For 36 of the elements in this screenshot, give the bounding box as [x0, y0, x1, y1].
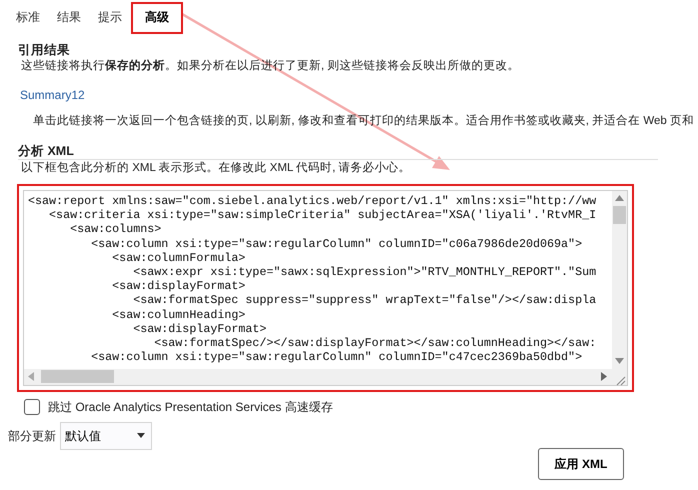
scroll-down-icon[interactable] — [615, 358, 624, 364]
code-line: <saw:displayFormat> — [111, 279, 246, 294]
code-line: <saw:columns> — [69, 222, 162, 237]
tab[interactable]: 高级 — [131, 2, 183, 34]
code-line: <saw:column xsi:type="saw:regularColumn" columnID="c47cec2369ba50dbd"> — [90, 350, 584, 364]
scroll-thumb[interactable] — [41, 370, 114, 384]
section-description: 这些链接将执行保存的分析。如果分析在以后进行了更新, 则这些链接将会反映出所做的更改。 — [20, 58, 520, 74]
code-line: <saw:report xmlns:saw="com.siebel.analytics.web/report/v1.1" xmlns:xsi="http://ww — [28, 194, 598, 208]
code-line: <saw:columnFormula> — [111, 250, 246, 265]
code-line: <saw:formatSpec suppress="suppress" wrapText="false"/></saw:displa — [132, 293, 598, 308]
code-line: <saw:formatSpec/></saw:displayFormat></saw:columnHeading></saw: — [153, 336, 598, 350]
apply-button[interactable]: 应用 XML — [538, 448, 624, 480]
tab[interactable]: 标准 — [8, 5, 48, 31]
code-line: <saw:columnHeading> — [111, 308, 246, 322]
scroll-thumb[interactable] — [613, 206, 626, 224]
dropdown[interactable]: 默认值 — [60, 422, 152, 450]
code-line: <saw:column xsi:type="saw:regularColumn" columnID="c06a7986de20d069a"> — [90, 236, 584, 251]
section-title: 分析 XML — [18, 142, 658, 160]
report-link[interactable]: Summary12 — [20, 86, 85, 104]
tab[interactable]: 提示 — [90, 5, 130, 31]
caret-icon — [137, 433, 145, 438]
code-line: <sawx:expr xsi:type="sawx:sqlExpression">"RTV_MONTHLY_REPORT"."Sum — [132, 264, 598, 280]
link-description: 单击此链接将一次返回一个包含链接的页, 以刷新, 修改和查看可打印的结果版本。适合用作书签或收藏夹, 并适合在 Web 页和 — [32, 113, 695, 130]
horizontal-scrollbar[interactable] — [24, 368, 612, 385]
vertical-scrollbar[interactable] — [612, 190, 627, 369]
checkbox[interactable] — [24, 398, 40, 415]
scroll-up-icon[interactable] — [615, 194, 624, 201]
tab[interactable]: 结果 — [49, 5, 89, 31]
field-label: 部分更新 — [8, 428, 56, 445]
scroll-left-icon[interactable] — [28, 372, 34, 382]
section-description: 以下框包含此分析的 XML 表示形式。在修改此 XML 代码时, 请务必小心。 — [20, 160, 412, 176]
scroll-right-icon[interactable] — [601, 372, 607, 382]
section-title: 引用结果 — [18, 42, 71, 58]
checkbox-label: 跳过 Oracle Analytics Presentation Services 高速缓存 — [48, 398, 333, 416]
code-line: <saw:displayFormat> — [132, 322, 268, 336]
code-line: <saw:criteria xsi:type="saw:simpleCriteria" subjectArea="XSA('liyali'.'RtvMR_I — [48, 208, 598, 222]
